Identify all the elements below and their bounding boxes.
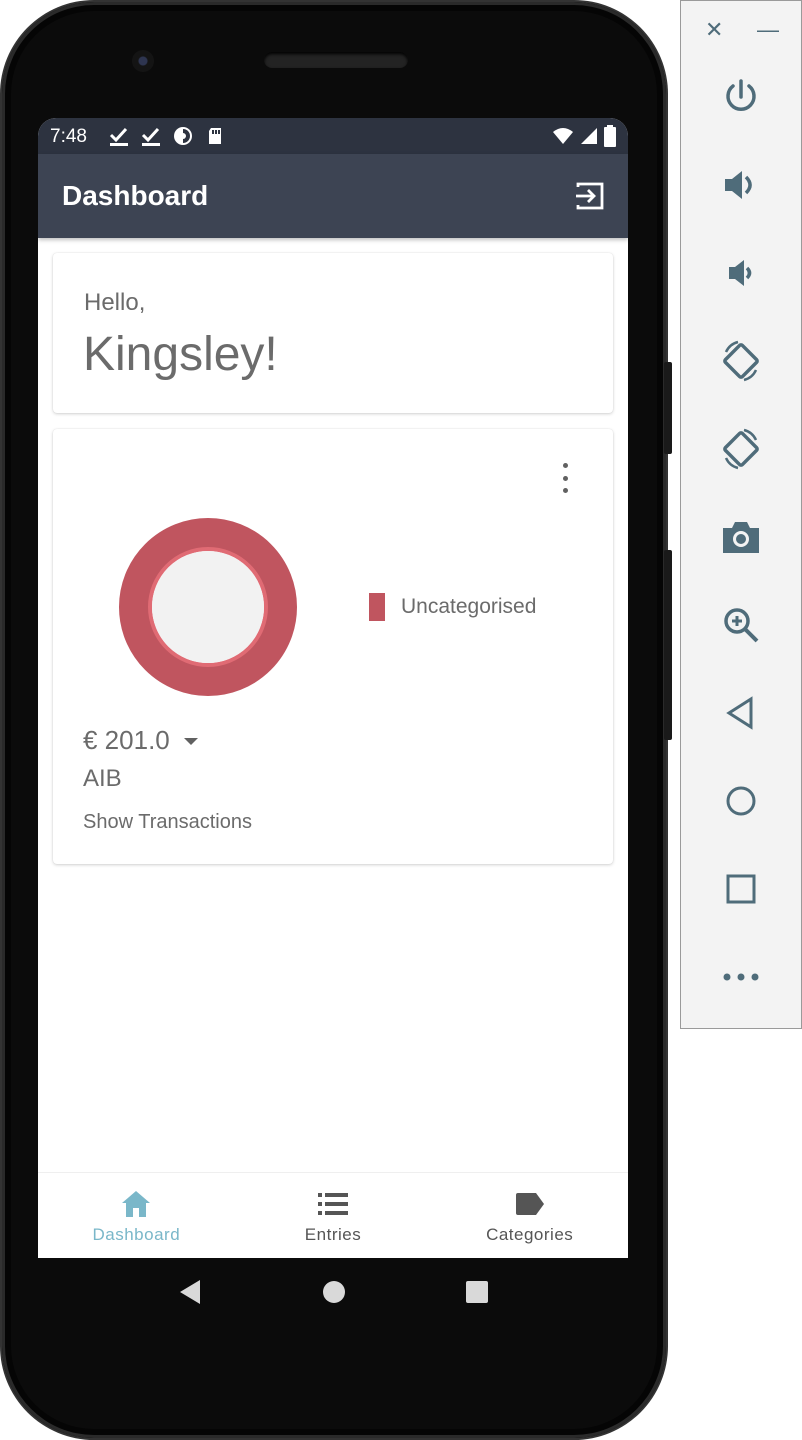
minimize-icon[interactable]: — (757, 17, 779, 43)
nav-item-categories[interactable]: Categories (431, 1173, 628, 1258)
exit-to-app-icon (576, 182, 604, 210)
home-circle-icon (323, 1280, 345, 1303)
sd-card-icon (209, 128, 221, 144)
donut-chart (119, 518, 297, 696)
status-system-icons (552, 125, 616, 147)
power-side-button (664, 362, 672, 454)
greeting-username: Kingsley! (83, 328, 278, 381)
checkmark-icon (141, 127, 160, 146)
overview-icon (726, 874, 756, 904)
nav-item-entries[interactable]: Entries (235, 1173, 432, 1258)
volume-up-button[interactable] (711, 155, 771, 215)
logout-button[interactable] (570, 176, 610, 216)
page-title: Dashboard (62, 180, 209, 211)
volume-down-button[interactable] (711, 243, 771, 303)
legend-swatch (369, 593, 385, 621)
data-saver-icon (174, 127, 192, 145)
home-emulator-button[interactable] (711, 771, 771, 831)
back-button[interactable] (178, 1279, 202, 1310)
back-icon (726, 696, 753, 730)
account-card: Uncategorised € 201.0 AIB Show Transacti… (53, 429, 613, 864)
power-icon (726, 79, 756, 111)
screenshot-button[interactable] (711, 507, 771, 567)
rotate-left-button[interactable] (711, 331, 771, 391)
more-vert-icon-dot (562, 488, 568, 493)
battery-icon (604, 125, 616, 147)
zoom-button[interactable] (711, 595, 771, 655)
camera-icon (723, 522, 759, 553)
list-icon (317, 1189, 349, 1219)
more-emulator-button[interactable] (711, 947, 771, 1007)
nav-label-categories: Categories (486, 1225, 574, 1244)
volume-down-icon (729, 260, 752, 286)
cell-signal-icon (581, 128, 597, 144)
home-icon (120, 1189, 152, 1219)
front-camera (132, 50, 154, 72)
close-icon[interactable]: ✕ (705, 17, 723, 43)
donut-hole (152, 551, 264, 663)
show-transactions-button[interactable]: Show Transactions (83, 811, 252, 834)
more-vert-icon-dot (562, 463, 568, 468)
more-vert-icon-dot (562, 475, 568, 481)
more-icon (723, 973, 759, 981)
account-bank-name: AIB (83, 765, 122, 792)
zoom-icon (724, 608, 759, 643)
legend-label: Uncategorised (401, 595, 537, 618)
emulator-window-controls: ✕ — (681, 17, 801, 47)
home-button[interactable] (322, 1280, 346, 1309)
volume-side-button (664, 550, 672, 740)
nav-item-dashboard[interactable]: Dashboard (38, 1173, 235, 1258)
nav-label-entries: Entries (304, 1225, 362, 1244)
status-bar: 7:48 (38, 118, 628, 154)
back-triangle-icon (180, 1279, 200, 1304)
system-navigation-bar (38, 1258, 628, 1330)
power-button[interactable] (711, 67, 771, 127)
checkmark-icon (109, 127, 128, 146)
overview-square-icon (466, 1280, 488, 1303)
account-amount: € 201.0 (83, 725, 170, 755)
earpiece-speaker (264, 52, 408, 68)
rotate-left-icon (723, 340, 759, 382)
more-options-button[interactable] (553, 463, 577, 493)
home-icon (726, 786, 756, 816)
app-bar: Dashboard (38, 154, 628, 238)
dropdown-arrow-icon (183, 738, 198, 745)
label-tag-icon (514, 1189, 546, 1219)
rotate-right-icon (723, 428, 759, 470)
status-time: 7:48 (50, 126, 87, 147)
overview-button[interactable] (466, 1280, 488, 1308)
chart-legend: Uncategorised (369, 593, 536, 621)
greeting-hello: Hello, (84, 289, 146, 316)
bottom-navigation: Dashboard Entries Categories (38, 1172, 628, 1258)
phone-screen: 7:48 Dashboard Hello, Kingsley! Uncatego… (38, 118, 628, 1258)
volume-up-icon (725, 171, 752, 199)
wifi-icon (553, 128, 573, 144)
account-amount-dropdown[interactable]: € 201.0 (83, 725, 198, 756)
back-emulator-button[interactable] (711, 683, 771, 743)
greeting-card: Hello, Kingsley! (53, 253, 613, 413)
emulator-toolbar: ✕ — (680, 0, 802, 1029)
rotate-right-button[interactable] (711, 419, 771, 479)
overview-emulator-button[interactable] (711, 859, 771, 919)
nav-label-dashboard: Dashboard (92, 1225, 181, 1244)
status-notification-icons (108, 125, 226, 147)
